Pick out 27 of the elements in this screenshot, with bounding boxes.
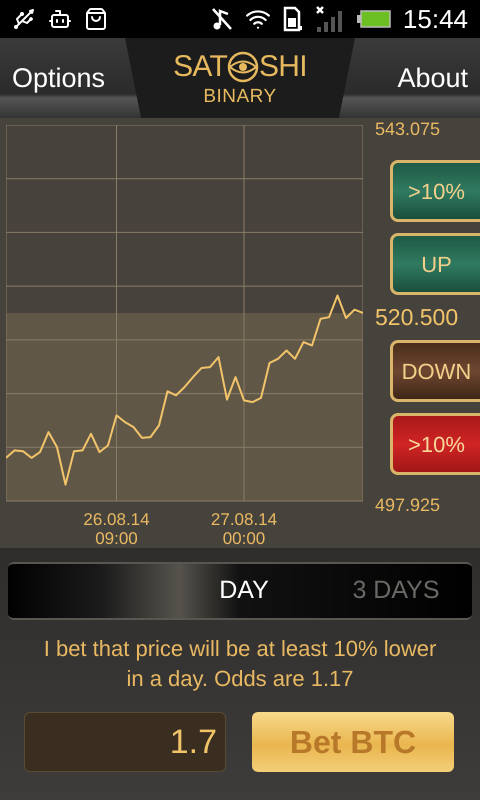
bet-direction-button[interactable]: >10% — [390, 413, 480, 475]
usb-icon — [12, 7, 36, 31]
logo-text: SHI — [259, 52, 307, 82]
y-tick-label: 497.925 — [375, 494, 440, 516]
current-price: 520.500 — [375, 303, 458, 331]
robot-icon — [48, 7, 72, 31]
battery-icon — [356, 9, 391, 29]
muted-note-icon — [210, 7, 233, 31]
logo-text: SAT — [173, 52, 228, 82]
logo-subtitle: BINARY — [203, 86, 277, 106]
x-tick-label: 26.08.14 09:00 — [83, 510, 150, 548]
bag-icon — [84, 7, 108, 31]
period-tab[interactable]: 3 DAYS — [320, 564, 472, 618]
period-tab[interactable]: DAY — [168, 564, 320, 618]
signal-icon — [314, 5, 345, 33]
options-button[interactable]: Options — [0, 58, 118, 98]
eye-icon — [227, 50, 260, 82]
x-tick-label: 27.08.14 00:00 — [210, 510, 278, 548]
bet-direction-button[interactable]: DOWN — [390, 340, 480, 402]
sim-card-icon — [282, 6, 303, 32]
amount-field[interactable]: 1.7 — [24, 712, 226, 772]
bet-direction-button[interactable]: UP — [390, 233, 480, 295]
clock: 15:44 — [402, 2, 468, 36]
y-tick-label: 543.075 — [375, 118, 440, 140]
about-button[interactable]: About — [385, 58, 480, 98]
bet-direction-button[interactable]: >10% — [390, 160, 480, 222]
bet-description: I bet that price will be at least 10% lower in a day. Odds are 1.17 — [42, 635, 438, 693]
